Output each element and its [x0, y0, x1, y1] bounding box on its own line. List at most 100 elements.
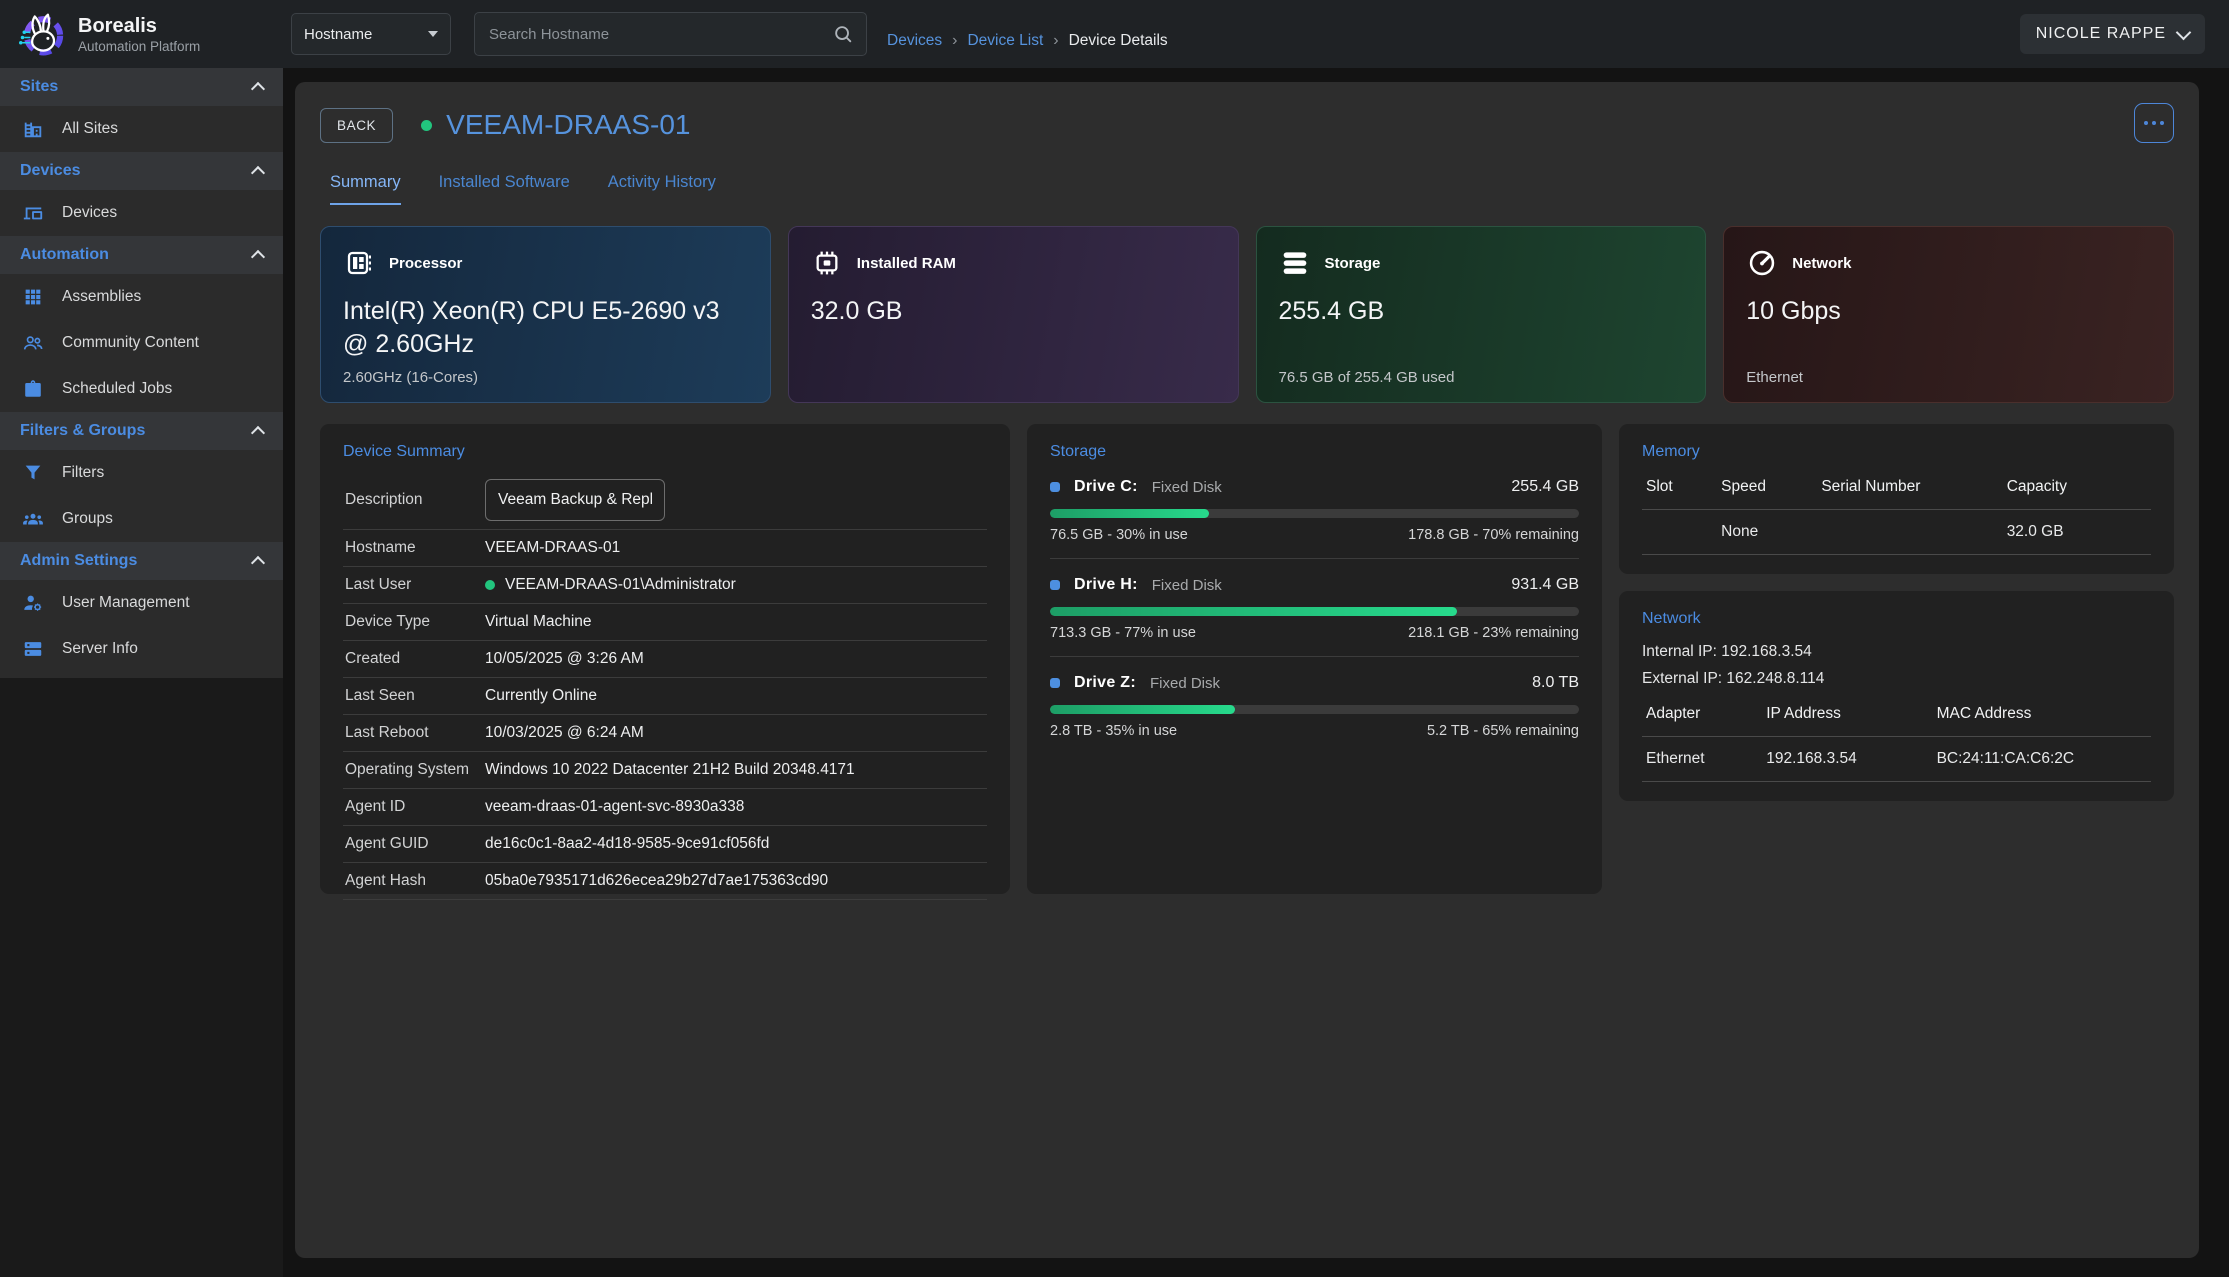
network-table-row: Ethernet 192.168.3.54 BC:24:11:CA:C6:2C: [1642, 737, 2151, 782]
drive-type: Fixed Disk: [1152, 479, 1222, 496]
breadcrumb-current: Device Details: [1069, 32, 1168, 50]
briefcase-icon: [22, 378, 44, 400]
hostname-filter-select[interactable]: Hostname: [291, 13, 451, 55]
drive-progress-bar: [1050, 509, 1579, 518]
sidebar-item-label: Community Content: [62, 334, 199, 352]
tab-installed-software[interactable]: Installed Software: [439, 173, 570, 205]
external-ip: External IP: 162.248.8.114: [1642, 670, 2151, 688]
sidebar-item-label: Filters: [62, 464, 104, 482]
summary-row-created: Created 10/05/2025 @ 3:26 AM: [343, 641, 987, 678]
section-label: Admin Settings: [20, 552, 137, 570]
drive-name: Drive C:: [1074, 478, 1138, 496]
search-input[interactable]: [487, 25, 832, 44]
funnel-icon: [22, 462, 44, 484]
sidebar-column: Sites All Sites Devices Devices Automati…: [0, 68, 283, 1277]
sidebar-section-sites[interactable]: Sites: [0, 68, 283, 106]
summary-row-last-user: Last User VEEAM-DRAAS-01\Administrator: [343, 567, 987, 604]
search-icon[interactable]: [832, 23, 854, 45]
sidebar: Sites All Sites Devices Devices Automati…: [0, 68, 283, 678]
more-options-button[interactable]: [2134, 103, 2174, 143]
sidebar-section-admin-settings[interactable]: Admin Settings: [0, 542, 283, 580]
storage-panel: Storage Drive C: Fixed Disk 255.4 GB: [1027, 424, 1602, 894]
section-label: Devices: [20, 162, 81, 180]
sidebar-section-devices[interactable]: Devices: [0, 152, 283, 190]
stat-card-value: Intel(R) Xeon(R) CPU E5-2690 v3 @ 2.60GH…: [343, 295, 748, 360]
group-icon: [22, 508, 44, 530]
search-box: [474, 12, 867, 56]
sidebar-item-devices[interactable]: Devices: [0, 190, 283, 236]
stat-card-footer: 76.5 GB of 255.4 GB used: [1279, 369, 1455, 386]
sidebar-item-assemblies[interactable]: Assemblies: [0, 274, 283, 320]
panel-title: Memory: [1642, 443, 2151, 461]
right-column: Memory Slot Speed Serial Number Capacity…: [1619, 424, 2174, 801]
topbar: Borealis Automation Platform Hostname De…: [0, 0, 2229, 68]
sidebar-item-server-info[interactable]: Server Info: [0, 626, 283, 672]
sidebar-item-label: Assemblies: [62, 288, 141, 306]
tab-summary[interactable]: Summary: [330, 173, 401, 205]
drive-name: Drive H:: [1074, 576, 1138, 594]
borealis-logo-icon: [12, 6, 68, 62]
building-icon: [22, 118, 44, 140]
memory-panel: Memory Slot Speed Serial Number Capacity…: [1619, 424, 2174, 574]
summary-row-last-reboot: Last Reboot 10/03/2025 @ 6:24 AM: [343, 715, 987, 752]
online-status-dot: [421, 120, 432, 131]
brand-text: Borealis Automation Platform: [78, 15, 200, 54]
drive-used-text: 2.8 TB - 35% in use: [1050, 723, 1177, 739]
row-label: Description: [345, 491, 485, 509]
drive-remaining-text: 178.8 GB - 70% remaining: [1408, 527, 1579, 543]
sidebar-item-all-sites[interactable]: All Sites: [0, 106, 283, 152]
drive-used-text: 713.3 GB - 77% in use: [1050, 625, 1196, 641]
breadcrumb-link-devices[interactable]: Devices: [887, 32, 942, 50]
panel-title: Storage: [1050, 443, 1579, 461]
drive-progress-bar: [1050, 705, 1579, 714]
stat-card-value: 255.4 GB: [1279, 295, 1684, 328]
drive-size: 255.4 GB: [1511, 478, 1579, 496]
drive-row-z: Drive Z: Fixed Disk 8.0 TB 2.8 TB - 35% …: [1050, 657, 1579, 754]
grid-icon: [22, 286, 44, 308]
sidebar-section-filters-groups[interactable]: Filters & Groups: [0, 412, 283, 450]
drive-type: Fixed Disk: [1150, 675, 1220, 692]
ellipsis-icon: [2144, 121, 2149, 126]
server-icon: [22, 638, 44, 660]
summary-row-description: Description: [343, 471, 987, 530]
section-label: Sites: [20, 78, 58, 96]
drive-bullet-icon: [1050, 678, 1060, 688]
sidebar-item-scheduled-jobs[interactable]: Scheduled Jobs: [0, 366, 283, 412]
drive-progress-bar: [1050, 607, 1579, 616]
chevron-up-icon: [251, 556, 265, 570]
device-summary-rows: Description Hostname VEEAM-DRAAS-01 Last…: [343, 471, 987, 900]
network-panel: Network Internal IP: 192.168.3.54 Extern…: [1619, 591, 2174, 801]
main-area: BACK VEEAM-DRAAS-01 Summary Installed So…: [283, 68, 2229, 1277]
user-menu-button[interactable]: NICOLE RAPPE: [2020, 14, 2205, 54]
stat-card-title: Network: [1792, 255, 1851, 272]
tabs: Summary Installed Software Activity Hist…: [320, 173, 2174, 205]
sidebar-item-groups[interactable]: Groups: [0, 496, 283, 542]
sidebar-item-community-content[interactable]: Community Content: [0, 320, 283, 366]
hostname-filter-value: Hostname: [304, 26, 372, 43]
breadcrumb-separator-icon: ›: [1053, 32, 1058, 50]
sidebar-item-user-management[interactable]: User Management: [0, 580, 283, 626]
drive-remaining-text: 218.1 GB - 23% remaining: [1408, 625, 1579, 641]
drive-used-text: 76.5 GB - 30% in use: [1050, 527, 1188, 543]
drive-row-c: Drive C: Fixed Disk 255.4 GB 76.5 GB - 3…: [1050, 461, 1579, 559]
cpu-icon: [343, 247, 375, 279]
tab-activity-history[interactable]: Activity History: [608, 173, 716, 205]
stat-card-title: Installed RAM: [857, 255, 956, 272]
sidebar-section-automation[interactable]: Automation: [0, 236, 283, 274]
body-row: Sites All Sites Devices Devices Automati…: [0, 68, 2229, 1277]
panels-grid: Device Summary Description Hostname VEEA…: [320, 424, 2174, 894]
content-panel: BACK VEEAM-DRAAS-01 Summary Installed So…: [295, 82, 2199, 1258]
stat-card-processor: Processor Intel(R) Xeon(R) CPU E5-2690 v…: [320, 226, 771, 403]
stat-card-footer: 2.60GHz (16-Cores): [343, 369, 478, 386]
back-button[interactable]: BACK: [320, 108, 393, 143]
sidebar-item-label: User Management: [62, 594, 190, 612]
brand[interactable]: Borealis Automation Platform: [0, 6, 283, 62]
storage-stack-icon: [1279, 247, 1311, 279]
breadcrumb-link-device-list[interactable]: Device List: [967, 32, 1043, 50]
description-input[interactable]: [485, 479, 665, 521]
sidebar-item-filters[interactable]: Filters: [0, 450, 283, 496]
stat-card-title: Processor: [389, 255, 462, 272]
stat-cards: Processor Intel(R) Xeon(R) CPU E5-2690 v…: [320, 226, 2174, 403]
page-header: BACK VEEAM-DRAAS-01: [320, 103, 2174, 147]
drive-type: Fixed Disk: [1152, 577, 1222, 594]
